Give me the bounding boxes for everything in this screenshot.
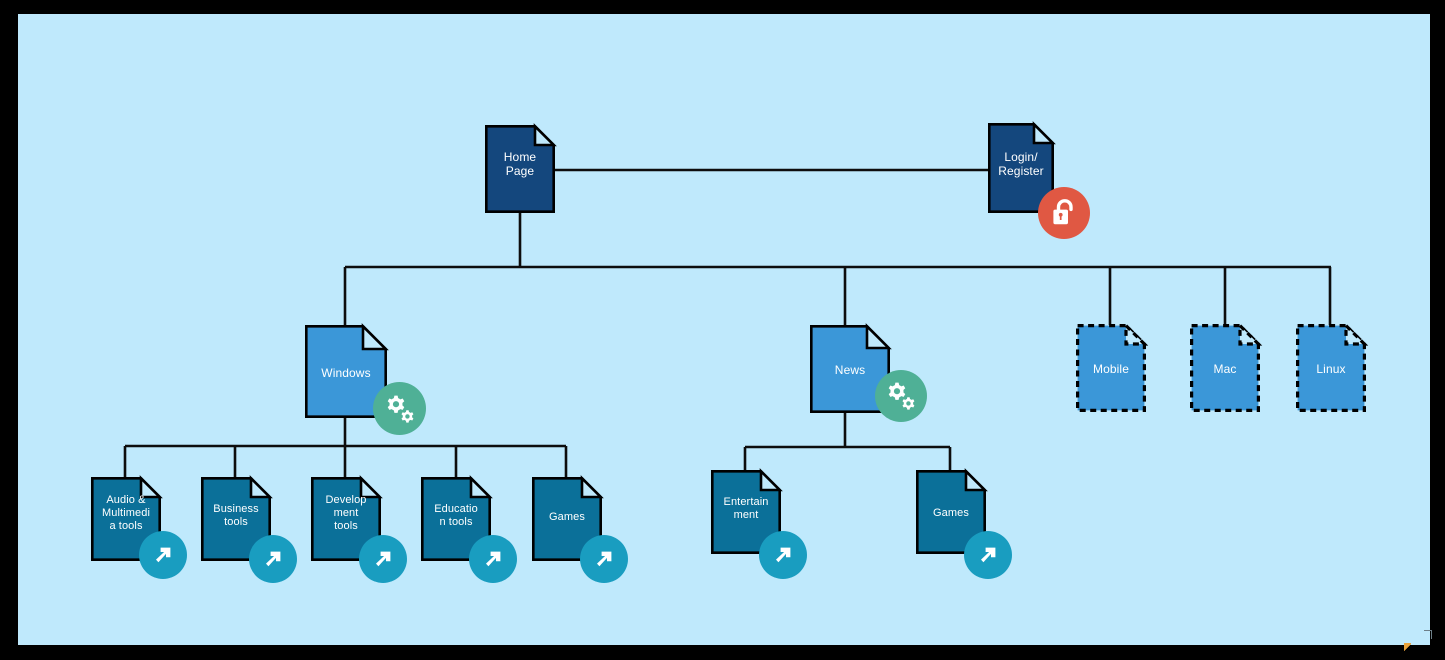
node-audio-multimedia-tools[interactable]: Audio & Multimedi a tools xyxy=(91,475,187,579)
page-fold-corner xyxy=(865,323,892,350)
page-fold-corner xyxy=(1032,121,1056,145)
lock-open-icon[interactable] xyxy=(1038,187,1090,239)
node-mobile[interactable]: Mobile xyxy=(1076,321,1149,412)
node-login-register[interactable]: Login/ Register xyxy=(988,121,1090,239)
arrow-up-right-icon[interactable] xyxy=(469,535,517,583)
arrow-up-right-icon[interactable] xyxy=(964,531,1012,579)
page-fold-corner xyxy=(580,475,604,499)
node-news[interactable]: News xyxy=(810,323,927,422)
page-fold-corner xyxy=(1344,321,1369,346)
page-fold-corner xyxy=(964,468,988,492)
gears-icon[interactable] xyxy=(875,370,927,422)
node-development-tools[interactable]: Develop ment tools xyxy=(311,475,407,583)
node-home-page[interactable]: Home Page xyxy=(485,123,557,213)
page-fold-corner xyxy=(1238,321,1263,346)
node-games-news[interactable]: Games xyxy=(916,468,1012,579)
page-fold-corner xyxy=(359,475,383,499)
node-education-tools[interactable]: Educatio n tools xyxy=(421,475,517,583)
node-games-windows[interactable]: Games xyxy=(532,475,628,583)
page-fold-corner xyxy=(469,475,493,499)
arrow-up-right-icon[interactable] xyxy=(359,535,407,583)
diagram-stage: Home Page Login/ Register Windows News M… xyxy=(0,0,1445,660)
page-fold-corner xyxy=(759,468,783,492)
node-linux[interactable]: Linux xyxy=(1296,321,1369,412)
page-fold-corner xyxy=(139,475,163,499)
node-entertainment[interactable]: Entertain ment xyxy=(711,468,807,579)
arrow-up-right-icon[interactable] xyxy=(580,535,628,583)
node-mac[interactable]: Mac xyxy=(1190,321,1263,412)
arrow-up-right-icon[interactable] xyxy=(759,531,807,579)
arrow-up-right-icon[interactable] xyxy=(249,535,297,583)
node-business-tools[interactable]: Business tools xyxy=(201,475,297,583)
page-fold-corner xyxy=(361,323,389,351)
node-windows[interactable]: Windows xyxy=(305,323,426,435)
page-fold-corner xyxy=(533,123,557,147)
gears-icon[interactable] xyxy=(373,382,426,435)
page-fold-corner xyxy=(249,475,273,499)
arrow-up-right-icon[interactable] xyxy=(139,531,187,579)
page-fold-corner xyxy=(1124,321,1149,346)
